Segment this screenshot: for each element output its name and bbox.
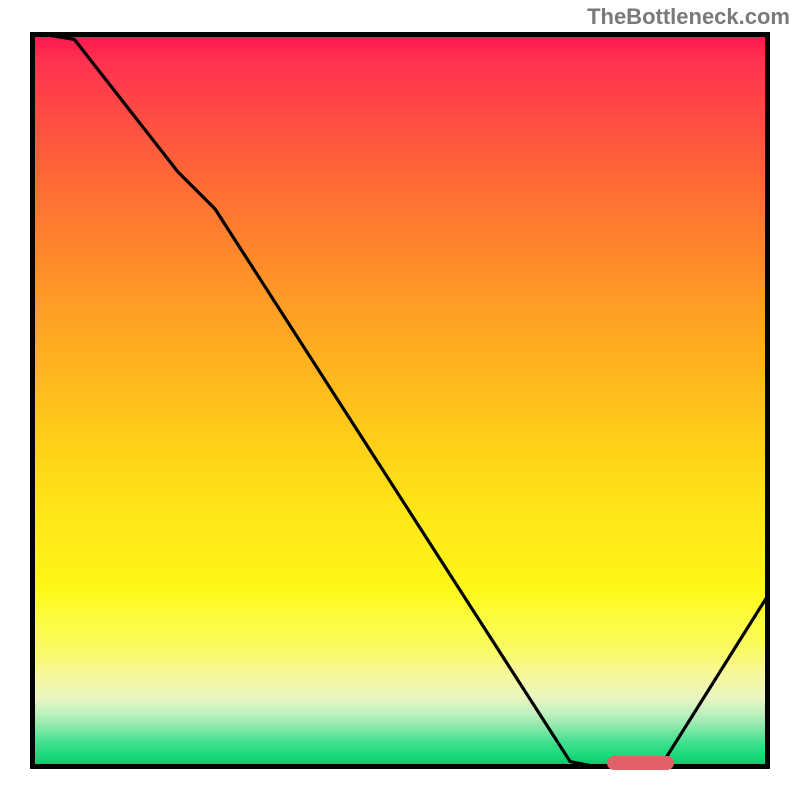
chart-container: [30, 32, 770, 769]
watermark-text: TheBottleneck.com: [587, 4, 790, 30]
chart-curve-svg: [30, 32, 770, 769]
bottleneck-curve-path: [30, 32, 770, 769]
optimal-range-marker: [607, 756, 674, 770]
